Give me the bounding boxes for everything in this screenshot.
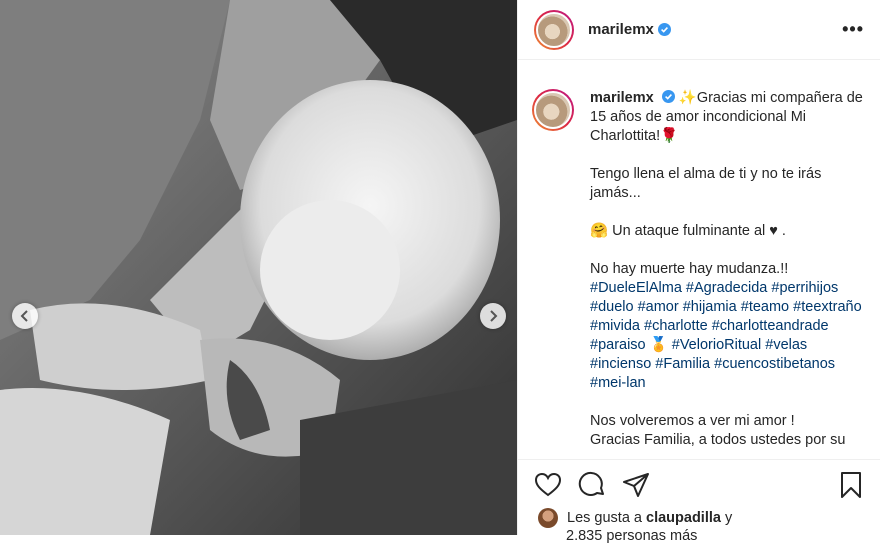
share-icon[interactable] <box>622 471 650 499</box>
verified-badge-icon <box>661 90 675 103</box>
instagram-post: marilemx ••• marilemx ✨Gracias mi compañ… <box>0 0 880 535</box>
chevron-left-icon <box>20 310 28 322</box>
hashtag[interactable]: #DueleElAlma <box>590 280 682 296</box>
caption-avatar[interactable] <box>532 89 574 131</box>
liker-avatar[interactable] <box>538 508 558 528</box>
liker-username[interactable]: claupadilla <box>646 510 721 526</box>
likes-suffix: y <box>725 510 733 526</box>
post-side-panel: marilemx ••• marilemx ✨Gracias mi compañ… <box>517 0 880 535</box>
caption-closing-1: Nos volveremos a ver mi amor ! <box>590 413 795 429</box>
hashtag[interactable]: #paraiso <box>590 337 646 353</box>
hashtag[interactable]: #mivida <box>590 318 640 334</box>
caption: marilemx ✨Gracias mi compañera de 15 año… <box>518 61 880 459</box>
hashtag[interactable]: #teextraño <box>793 299 862 315</box>
header-username[interactable]: marilemx <box>588 21 654 38</box>
hashtag[interactable]: #Familia <box>655 356 710 372</box>
avatar[interactable] <box>534 9 574 50</box>
hashtag[interactable]: #charlotteandrade <box>712 318 829 334</box>
hashtag[interactable]: #VelorioRitual <box>672 337 761 353</box>
hashtag[interactable]: #perrihijos <box>771 280 838 296</box>
hashtag[interactable]: #duelo <box>590 299 634 315</box>
caption-line-4: No hay muerte hay mudanza.!! <box>590 261 789 277</box>
verified-badge-icon <box>657 23 671 36</box>
comment-icon[interactable] <box>578 471 606 499</box>
likes-prefix: Les gusta a <box>567 510 642 526</box>
hashtag[interactable]: #Agradecida <box>686 280 767 296</box>
more-options-button[interactable]: ••• <box>842 19 864 40</box>
hashtag[interactable]: #mei-lan <box>590 375 646 391</box>
post-actions <box>518 459 880 509</box>
carousel-prev-button[interactable] <box>12 303 38 329</box>
hashtag[interactable]: #velas <box>765 337 807 353</box>
hashtag[interactable]: #cuencostibetanos <box>714 356 835 372</box>
sparkle-emoji-icon: ✨ <box>678 90 697 106</box>
chevron-right-icon <box>490 310 498 322</box>
post-media <box>0 0 517 535</box>
medal-emoji-icon: 🏅 <box>649 337 668 353</box>
caption-closing-2: Gracias Familia, a todos ustedes por su <box>590 432 846 448</box>
post-photo <box>0 0 517 535</box>
bookmark-icon[interactable] <box>837 471 865 499</box>
likes-count[interactable]: 2.835 personas más <box>566 528 697 544</box>
caption-line-2: Tengo llena el alma de ti y no te irás j… <box>590 166 822 201</box>
hashtag[interactable]: #amor <box>638 299 679 315</box>
heart-icon[interactable] <box>534 471 562 499</box>
hug-emoji-icon: 🤗 <box>590 223 613 239</box>
hashtag[interactable]: #hijamia <box>683 299 737 315</box>
carousel-next-button[interactable] <box>480 303 506 329</box>
hashtag[interactable]: #teamo <box>741 299 789 315</box>
caption-line-3: Un ataque fulminante al ♥ . <box>612 223 786 239</box>
likes-summary: Les gusta a claupadilla y <box>538 508 732 528</box>
caption-body: marilemx ✨Gracias mi compañera de 15 año… <box>590 89 865 459</box>
hashtag[interactable]: #charlotte <box>644 318 708 334</box>
post-header: marilemx ••• <box>518 0 880 60</box>
hashtag[interactable]: #incienso <box>590 356 651 372</box>
caption-username[interactable]: marilemx <box>590 90 654 106</box>
rose-emoji-icon: 🌹 <box>660 128 679 144</box>
